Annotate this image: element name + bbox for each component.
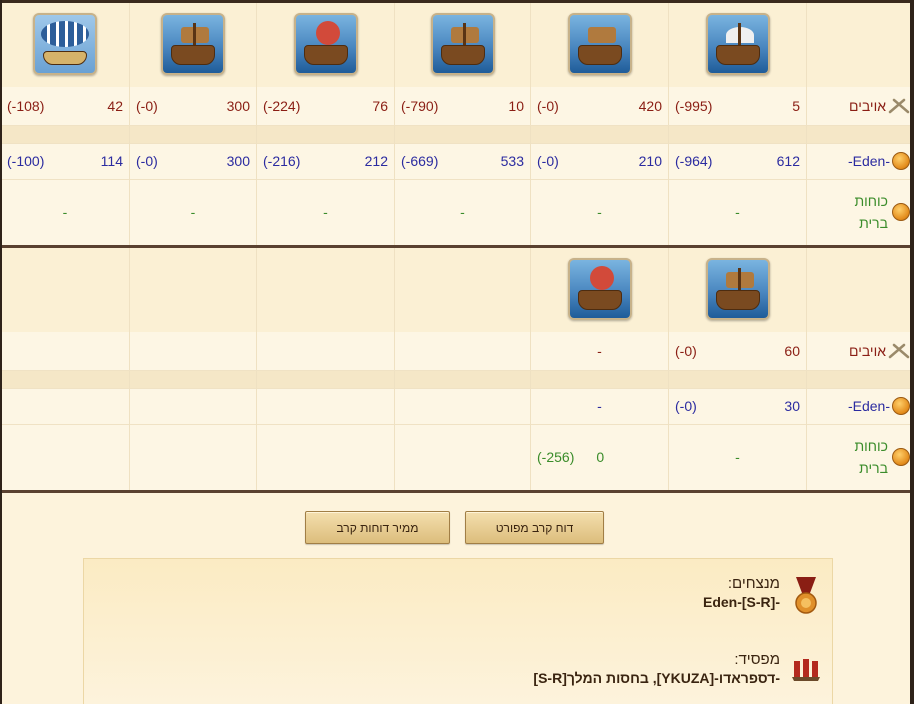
eden-row: -Eden- 612 (964-) 210 (0-) 533 (669-) 212 (2… [0, 142, 914, 179]
corner-cell [806, 3, 914, 87]
eden-cell: 210 (0-) [530, 142, 669, 179]
unit-cell [530, 248, 669, 332]
defeated-army-icon [792, 659, 820, 681]
unit-images-row [0, 248, 914, 332]
battle-units-table-1: אויבים 5 (995-) 420 (0-) 10 (790-) 76 (224-)… [0, 3, 914, 245]
eden-cell: 300 (0-) [129, 142, 257, 179]
eden-label: -Eden- [813, 152, 910, 170]
spacer-row [0, 370, 914, 388]
detailed-report-button[interactable]: דוח קרב מפורט [465, 511, 604, 544]
enemy-cell: - [530, 332, 669, 371]
ally-cell: - [129, 178, 257, 245]
battle-result-panel: מנצחים: -Eden-[S-R] מפסיד: -דספראדו-[YKU… [83, 558, 833, 704]
enemy-row: אויבים 60 (0-) - [0, 332, 914, 371]
siege-ship-icon[interactable] [705, 12, 770, 75]
ballista-ship-icon[interactable] [705, 257, 770, 320]
ally-cell: - [394, 178, 531, 245]
unit-cell [129, 3, 257, 87]
enemy-cell: 300 (0-) [129, 87, 257, 126]
fire-ship-icon[interactable] [567, 257, 632, 320]
enemy-cell: 60 (0-) [668, 332, 807, 371]
unit-cell [394, 3, 531, 87]
enemy-cell: 5 (995-) [668, 87, 807, 126]
top-frame [0, 0, 914, 3]
enemy-row: אויבים 5 (995-) 420 (0-) 10 (790-) 76 (224-)… [0, 87, 914, 126]
loser-value: -דספראדו-[YKUZA], בחסות המלך[S-R] [533, 670, 780, 686]
ally-row: כוחות ברית - 0 (256-) [0, 423, 914, 490]
ram-ship-icon[interactable] [293, 12, 358, 75]
ally-label: כוחות ברית [813, 190, 910, 234]
mortar-ship-icon[interactable] [567, 12, 632, 75]
alliance-coin-icon [892, 203, 910, 222]
battle-units-table-2: אויבים 60 (0-) - -Eden- 30 (0-) - כוחות בר… [0, 248, 914, 490]
left-frame [0, 0, 2, 704]
enemy-cell: 42 (108-) [0, 87, 130, 126]
eden-cell: 212 (216-) [256, 142, 395, 179]
unit-cell [0, 3, 130, 87]
ally-label: כוחות ברית [813, 435, 910, 479]
unit-cell [668, 3, 807, 87]
eden-cell: 533 (669-) [394, 142, 531, 179]
alliance-coin-icon [892, 448, 910, 467]
paddle-ship-icon[interactable] [430, 12, 495, 75]
unit-cell [256, 3, 395, 87]
right-frame [910, 0, 914, 704]
unit-cell [668, 248, 807, 332]
battle-report-page: { "table1": { "enemy_label": "אויבים", "… [0, 0, 914, 704]
eden-cell: 30 (0-) [668, 387, 807, 424]
eden-cell: 114 (100-) [0, 142, 130, 179]
eden-row: -Eden- 30 (0-) - [0, 387, 914, 424]
unit-images-row [0, 3, 914, 87]
ally-cell: - [668, 423, 807, 490]
ally-cell: - [530, 178, 669, 245]
balloon-carrier-icon[interactable] [33, 12, 97, 75]
report-converter-button[interactable]: ממיר דוחות קרב [305, 511, 450, 544]
spacer-row [0, 125, 914, 143]
eden-label: -Eden- [813, 397, 910, 415]
enemy-cell: 10 (790-) [394, 87, 531, 126]
enemy-label: אויבים [813, 343, 910, 359]
catapult-ship-icon[interactable] [161, 12, 225, 75]
alliance-coin-icon [892, 152, 910, 170]
loser-label: מפסיד: [734, 651, 780, 668]
winners-value: -Eden-[S-R] [703, 594, 780, 610]
alliance-coin-icon [892, 397, 910, 415]
ally-row: כוחות ברית - - - - - - [0, 178, 914, 245]
winners-label: מנצחים: [727, 575, 780, 592]
eden-cell: 612 (964-) [668, 142, 807, 179]
ally-cell: 0 (256-) [530, 423, 669, 490]
winners-row: מנצחים: -Eden-[S-R] [703, 575, 822, 615]
medal-icon [795, 577, 817, 614]
ally-cell: - [0, 178, 130, 245]
enemy-cell: 420 (0-) [530, 87, 669, 126]
crossed-swords-icon [888, 98, 910, 113]
ally-cell: - [668, 178, 807, 245]
unit-cell [530, 3, 669, 87]
crossed-swords-icon [888, 343, 910, 358]
enemy-cell: 76 (224-) [256, 87, 395, 126]
eden-cell: - [530, 387, 669, 424]
enemy-label: אויבים [813, 98, 910, 114]
ally-cell: - [256, 178, 395, 245]
loser-row: מפסיד: -דספראדו-[YKUZA], בחסות המלך[S-R] [533, 651, 822, 691]
